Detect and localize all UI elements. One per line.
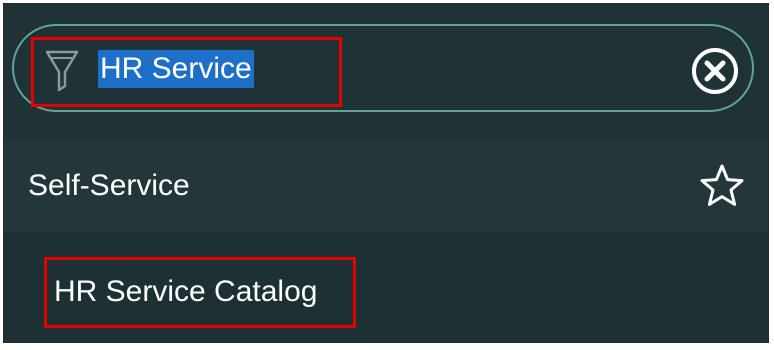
close-circle-icon[interactable] [690, 46, 740, 96]
section-label[interactable]: Self-Service [28, 166, 190, 206]
filter-navigator-input[interactable]: HR Service [12, 24, 754, 112]
search-query-text[interactable]: HR Service [98, 50, 254, 88]
application-section-self-service[interactable]: Self-Service [4, 140, 768, 232]
star-icon[interactable] [698, 162, 746, 210]
filter-navigator-area: HR Service [4, 4, 768, 140]
filter-icon [44, 42, 80, 102]
module-link-hr-service-catalog[interactable]: HR Service Catalog [54, 272, 317, 312]
navigator-panel: HR Service Self-Service HR Service Catal… [3, 3, 769, 343]
module-row[interactable]: HR Service Catalog [4, 232, 768, 342]
